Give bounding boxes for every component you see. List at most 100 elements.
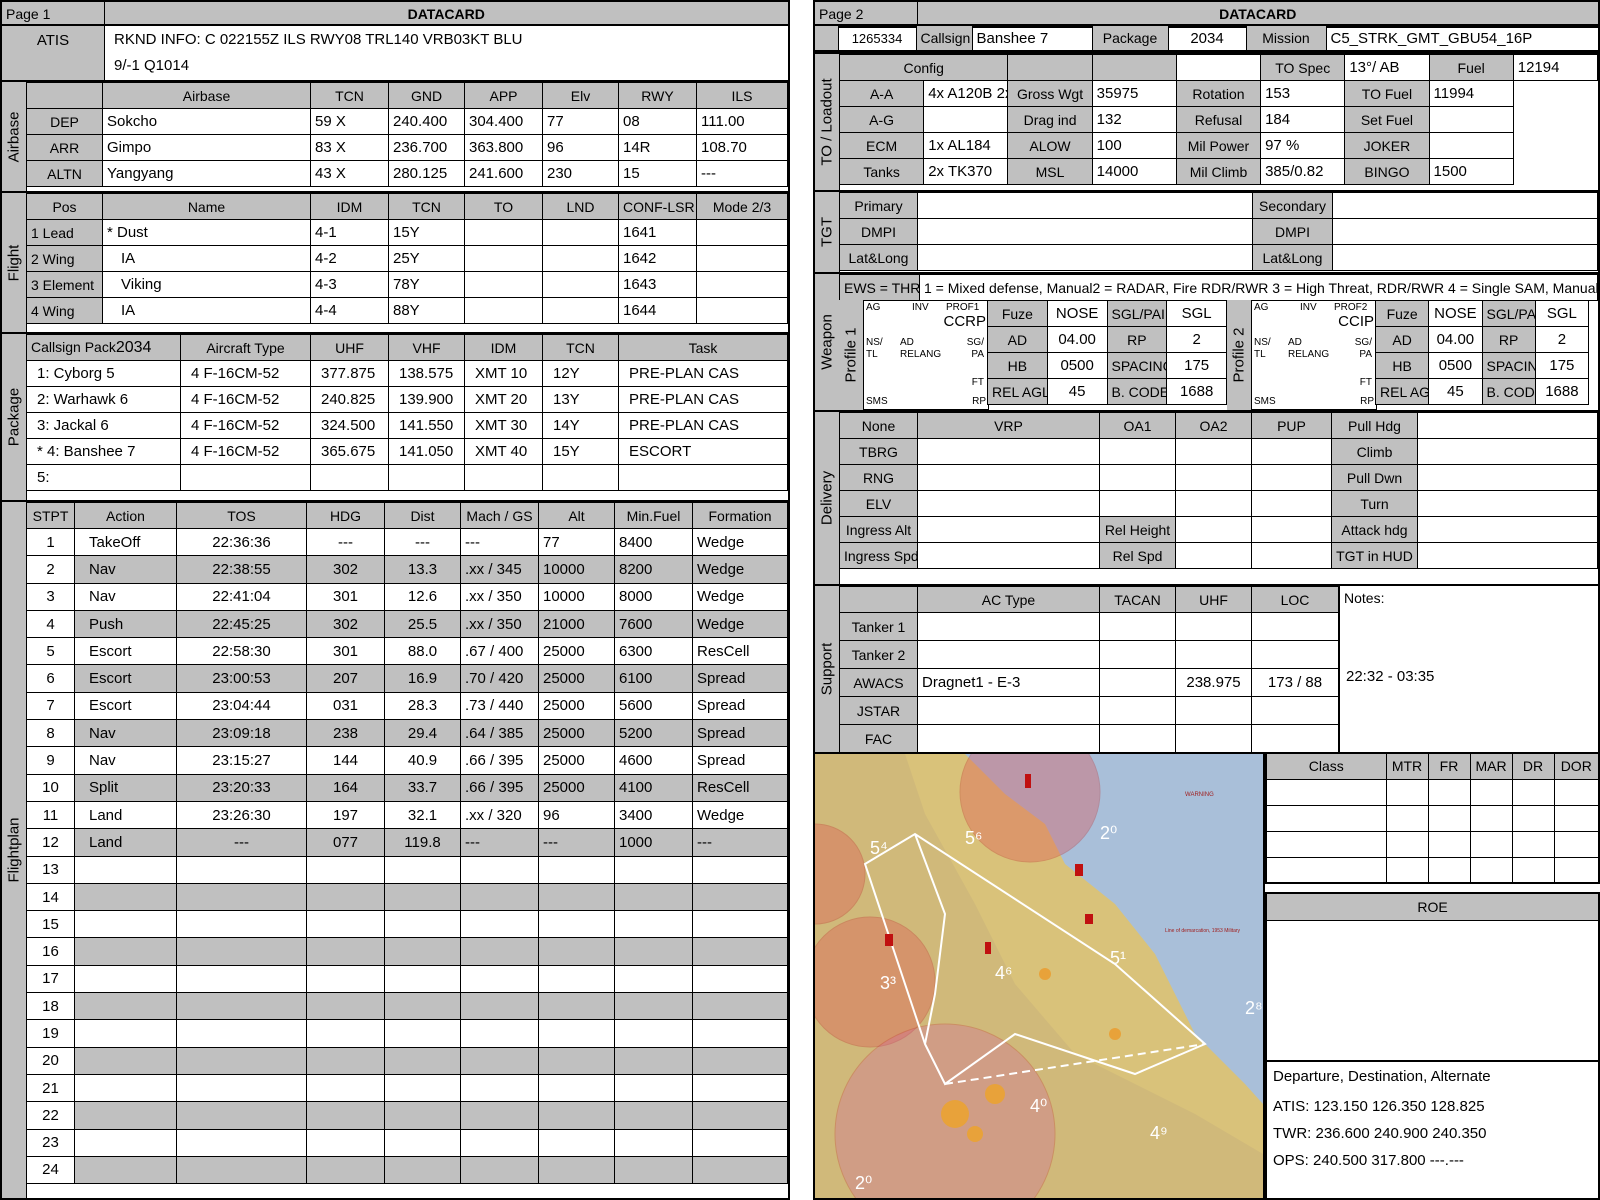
- support-cell: JSTAR: [839, 696, 918, 725]
- flight-cell: [542, 271, 619, 298]
- flightplan-cell: 22:41:04: [176, 582, 307, 611]
- flight-cell: 88Y: [388, 297, 465, 324]
- table-row: STPT Action TOS HDG Dist Mach / GS Alt Min.Fuel…: [26, 502, 788, 529]
- column-header: Mode 2/3: [696, 193, 788, 220]
- flightplan-cell: 23:00:53: [176, 664, 307, 693]
- flightplan-cell: 197: [306, 800, 385, 830]
- flightplan-cell: .66 / 395: [460, 773, 539, 802]
- flightplan-cell: [384, 855, 461, 884]
- flightplan-cell: [306, 1046, 385, 1075]
- flightplan-cell: [692, 1155, 788, 1185]
- table-row: AWACS Dragnet1 - E-3 238.975 173 / 88: [839, 668, 1339, 697]
- flightplan-cell: ---: [538, 828, 615, 857]
- freqs-section: Departure, Destination, Alternate ATIS: …: [1265, 1060, 1600, 1200]
- column-header: UHF: [1175, 586, 1252, 613]
- flightplan-cell: Spread: [692, 664, 788, 693]
- support-cell: [1099, 724, 1176, 753]
- package-cell: [618, 464, 788, 491]
- loadout-cell: BINGO: [1344, 158, 1430, 185]
- airbase-cell: 280.125: [388, 160, 465, 187]
- support-cell: Tanker 2: [839, 640, 918, 669]
- loadout-cell: JOKER: [1344, 132, 1430, 159]
- tgt-label: Lat&Long: [1252, 244, 1333, 271]
- flightplan-cell: 031: [306, 691, 385, 721]
- freqs-title: Departure, Destination, Alternate: [1273, 1068, 1491, 1085]
- flightplan-cell: ResCell: [692, 637, 788, 666]
- loadout-cell: 1x AL184: [923, 132, 1009, 159]
- tgt-label: DMPI: [839, 218, 918, 245]
- loadout-cell: A-G: [838, 106, 925, 133]
- flight-cell: 78Y: [388, 271, 465, 298]
- flightplan-cell: [460, 937, 539, 966]
- flightplan-cell: [614, 910, 693, 939]
- roe-section: ROE: [1265, 892, 1600, 1062]
- table-row: Callsign Pack2034 Aircraft Type UHF VHF IDM T…: [26, 334, 788, 361]
- flightplan-cell: [384, 882, 461, 912]
- airbase-cell: 304.400: [464, 108, 543, 135]
- map-demarcation-text: Line of demarcation, 1953 Military: [1165, 928, 1241, 934]
- flightplan-cell: Spread: [692, 746, 788, 775]
- setting-value: 04.00: [1046, 326, 1108, 353]
- package-cell: 14Y: [542, 412, 619, 439]
- column-header: FR: [1427, 752, 1471, 780]
- flightplan-cell: 16: [26, 937, 75, 966]
- flightplan-cell: 33.7: [384, 773, 461, 802]
- column-header: CONF-LSR: [618, 193, 697, 220]
- flightplan-cell: 207: [306, 664, 385, 693]
- flightplan-cell: 077: [306, 828, 385, 857]
- route-map[interactable]: 5⁴ 5⁶ 2⁰ 4⁶ 5¹ 3³ 2⁸ 4⁰ 4⁹ 2⁰ WARNING Li…: [813, 752, 1265, 1200]
- flightplan-cell: 6300: [614, 637, 693, 666]
- flightplan-cell: [74, 1155, 177, 1185]
- flightplan-cell: ---: [384, 527, 461, 557]
- table-row: ECM 1x AL184 ALOW 100 Mil Power 97 % JOKER: [838, 132, 1598, 159]
- blank: [1469, 856, 1513, 884]
- flightplan-cell: 96: [538, 800, 615, 830]
- airbase-cell: 108.70: [696, 134, 788, 161]
- column-header: None: [839, 412, 918, 439]
- table-row: 3 Nav 22:41:04 301 12.6 .xx / 350 10000 8000 Wed…: [26, 582, 788, 611]
- column-header: Aircraft Type: [180, 334, 311, 361]
- class-table: Class MTR FR MAR DR DOR: [1265, 752, 1600, 884]
- flightplan-cell: 23:20:33: [176, 773, 307, 802]
- tgt-value: [1332, 244, 1598, 271]
- table-row: AC Type TACAN UHF LOC: [839, 586, 1339, 613]
- flight-cell: [464, 245, 543, 272]
- flightplan-cell: 15: [26, 910, 75, 939]
- flightplan-cell: 1000: [614, 828, 693, 857]
- blank: [1007, 54, 1093, 81]
- table-row: FAC: [839, 724, 1339, 753]
- setting-label: HB: [987, 352, 1048, 379]
- column-header: MAR: [1469, 752, 1513, 780]
- table-row: 4 Wing IA 4-4 88Y 1644: [26, 297, 788, 324]
- column-header: IDM: [464, 334, 543, 361]
- flightplan-cell: 10000: [538, 582, 615, 611]
- airbase-cell: Gimpo: [102, 134, 311, 161]
- flightplan-cell: 18: [26, 992, 75, 1021]
- setting-value: 0500: [1428, 352, 1483, 379]
- airbase-side-label: Airbase: [2, 82, 27, 191]
- flightplan-cell: 10000: [538, 555, 615, 584]
- flight-cell: 1643: [618, 271, 697, 298]
- table-row: Class MTR FR MAR DR DOR: [1265, 752, 1600, 780]
- column-header: DR: [1511, 752, 1555, 780]
- svg-text:5⁴: 5⁴: [870, 838, 888, 858]
- notes-value: 22:32 - 03:35: [1346, 668, 1435, 685]
- flight-cell: [464, 271, 543, 298]
- svg-text:5⁶: 5⁶: [965, 828, 982, 848]
- flightplan-cell: [384, 1046, 461, 1075]
- table-row: A-G Drag ind 132 Refusal 184 Set Fuel: [838, 106, 1598, 133]
- package-cell: ESCORT: [618, 438, 788, 465]
- flightplan-cell: 9: [26, 746, 75, 775]
- loadout-cell: [1428, 132, 1514, 159]
- flightplan-cell: .xx / 350: [460, 609, 539, 639]
- delivery-label: Pull Dwn: [1331, 464, 1418, 491]
- setting-label: B. CODE: [1106, 378, 1168, 405]
- flightplan-cell: 25000: [538, 719, 615, 748]
- flightplan-cell: [384, 937, 461, 966]
- column-header: Task: [618, 334, 788, 361]
- flightplan-cell: Nav: [74, 719, 177, 748]
- column-header: Mach / GS: [460, 502, 539, 529]
- flightplan-cell: [538, 1046, 615, 1075]
- tgt-section: TGT Primary Secondary DMPI DMPI Lat&Long Lat&…: [813, 190, 1600, 274]
- flightplan-cell: [538, 992, 615, 1021]
